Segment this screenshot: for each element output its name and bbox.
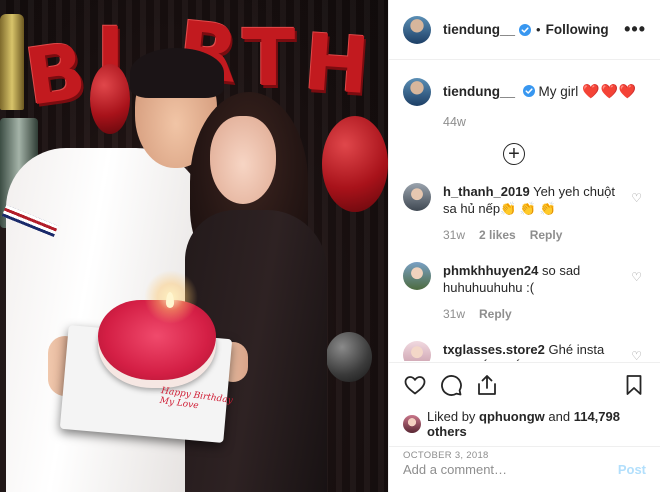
share-icon[interactable] bbox=[475, 373, 499, 397]
caption: tiendung__ My girl ❤️❤️❤️ 44w bbox=[389, 61, 660, 129]
author-avatar[interactable] bbox=[403, 15, 431, 44]
action-icons bbox=[403, 373, 646, 397]
caption-hearts: ❤️❤️❤️ bbox=[582, 83, 638, 99]
comment-like-heart-icon[interactable]: ♡ bbox=[631, 270, 642, 284]
liker-avatar[interactable] bbox=[403, 415, 421, 433]
comment-like-heart-icon[interactable]: ♡ bbox=[631, 349, 642, 361]
comment-age[interactable]: 31w bbox=[443, 307, 465, 321]
comment-username[interactable]: txglasses.store2 bbox=[443, 342, 545, 357]
caption-age[interactable]: 44w bbox=[443, 115, 637, 129]
comment-bubble-icon[interactable] bbox=[439, 373, 463, 397]
likes-summary: Liked by qphuongw and 114,798 others bbox=[403, 409, 646, 439]
comments-section[interactable]: tiendung__ My girl ❤️❤️❤️ 44w + h_thanh_… bbox=[389, 61, 660, 361]
bottle-decoration bbox=[0, 14, 24, 110]
liked-by-label: Liked by bbox=[427, 409, 476, 424]
reply-button[interactable]: Reply bbox=[530, 228, 563, 242]
post-comment-button[interactable]: Post bbox=[618, 462, 646, 477]
post-photo[interactable]: B I R T H Happy Birthday My Love bbox=[0, 0, 388, 492]
caption-avatar[interactable] bbox=[403, 78, 431, 106]
caption-username[interactable]: tiendung__ bbox=[443, 84, 515, 99]
comment-username[interactable]: h_thanh_2019 bbox=[443, 184, 530, 199]
following-button[interactable]: Following bbox=[546, 22, 609, 37]
verified-badge-icon bbox=[522, 85, 535, 97]
balloon-letter-b: B bbox=[20, 26, 92, 124]
separator-dot: • bbox=[536, 22, 541, 37]
comment-item: txglasses.store2 Ghé insta shop sắm mắt … bbox=[389, 341, 660, 361]
liker-username[interactable]: qphuongw bbox=[479, 409, 545, 424]
woman-face bbox=[210, 116, 276, 204]
comment-item: phmkhhuyen24 so sad huhuhuuhuhu :( 31w R… bbox=[389, 262, 660, 321]
verified-badge-icon bbox=[519, 23, 532, 36]
load-more-comments-button[interactable]: + bbox=[503, 143, 525, 165]
like-heart-icon[interactable] bbox=[403, 373, 427, 397]
post-sidebar: tiendung__ • Following ••• tiendung__ My… bbox=[388, 0, 660, 492]
commenter-avatar[interactable] bbox=[403, 341, 431, 361]
add-comment-bar: Post bbox=[389, 446, 660, 492]
reply-button[interactable]: Reply bbox=[479, 307, 512, 321]
commenter-avatar[interactable] bbox=[403, 262, 431, 290]
red-balloon bbox=[322, 116, 388, 212]
caption-text: My girl bbox=[538, 84, 579, 99]
candle-flame bbox=[166, 292, 174, 308]
red-balloon bbox=[90, 64, 130, 134]
likes-conjunction: and bbox=[548, 409, 571, 424]
author-username[interactable]: tiendung__ bbox=[443, 22, 515, 37]
bookmark-icon[interactable] bbox=[622, 373, 646, 397]
man-hair bbox=[130, 48, 224, 98]
comment-username[interactable]: phmkhhuyen24 bbox=[443, 263, 538, 278]
comment-input[interactable] bbox=[403, 462, 618, 477]
balloon-letter-h: H bbox=[300, 17, 373, 113]
commenter-avatar[interactable] bbox=[403, 183, 431, 211]
dark-balloon bbox=[326, 332, 372, 382]
balloon-letter-t: T bbox=[242, 14, 296, 104]
more-options-icon[interactable]: ••• bbox=[624, 20, 646, 38]
comment-like-heart-icon[interactable]: ♡ bbox=[631, 191, 642, 205]
post-header: tiendung__ • Following ••• bbox=[389, 0, 660, 60]
comment-age[interactable]: 31w bbox=[443, 228, 465, 242]
post-view: B I R T H Happy Birthday My Love tiendun… bbox=[0, 0, 660, 492]
plus-icon: + bbox=[508, 143, 520, 165]
comment-likes-count[interactable]: 2 likes bbox=[479, 228, 516, 242]
comment-item: h_thanh_2019 Yeh yeh chuột sa hủ nếp👏 👏 … bbox=[389, 183, 660, 242]
